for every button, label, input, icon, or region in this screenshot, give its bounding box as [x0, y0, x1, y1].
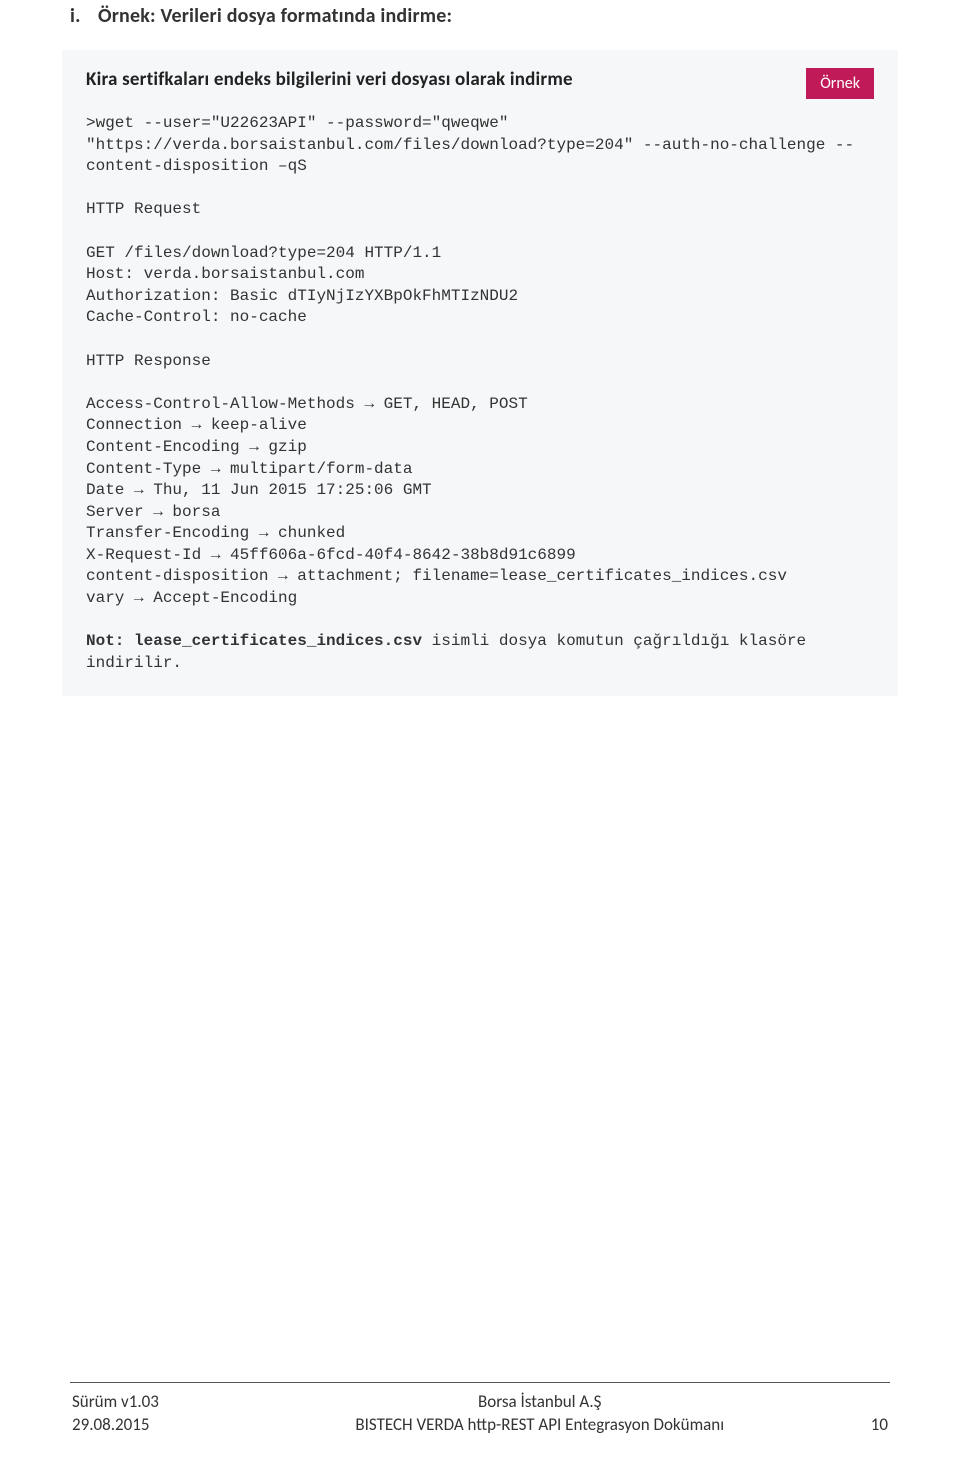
footer-version: Sürüm v1.03 — [72, 1391, 221, 1412]
code-blank5 — [86, 610, 874, 632]
footer-company: Borsa İstanbul A.Ş — [223, 1391, 856, 1412]
code-http-response-heading: HTTP Response — [86, 351, 874, 373]
footer-rule — [70, 1382, 890, 1383]
section-title: Örnek: Verileri dosya formatında indirme… — [98, 4, 452, 28]
code-http-request: GET /files/download?type=204 HTTP/1.1 Ho… — [86, 243, 874, 329]
code-blank1 — [86, 178, 874, 200]
page-footer: Sürüm v1.03 Borsa İstanbul A.Ş 29.08.201… — [70, 1382, 890, 1437]
section-number: i. — [70, 4, 98, 28]
example-title: Kira sertifkaları endeks bilgilerini ver… — [86, 68, 573, 91]
code-http-response: Access-Control-Allow-Methods → GET, HEAD… — [86, 394, 874, 610]
code-blank3 — [86, 329, 874, 351]
code-note: Not: lease_certificates_indices.csv isim… — [86, 631, 874, 674]
code-blank2 — [86, 221, 874, 243]
footer-doc-title: BISTECH VERDA http-REST API Entegrasyon … — [223, 1414, 856, 1435]
note-bold: Not: lease_certificates_indices.csv — [86, 632, 422, 650]
section-heading: i.Örnek: Verileri dosya formatında indir… — [70, 0, 890, 50]
example-block: Kira sertifkaları endeks bilgilerini ver… — [62, 50, 898, 696]
code-blank4 — [86, 372, 874, 394]
footer-date: 29.08.2015 — [72, 1414, 221, 1435]
code-wget: >wget --user="U22623API" --password="qwe… — [86, 113, 874, 178]
footer-page-number: 10 — [858, 1414, 888, 1435]
code-http-request-heading: HTTP Request — [86, 199, 874, 221]
example-badge: Örnek — [806, 68, 874, 99]
